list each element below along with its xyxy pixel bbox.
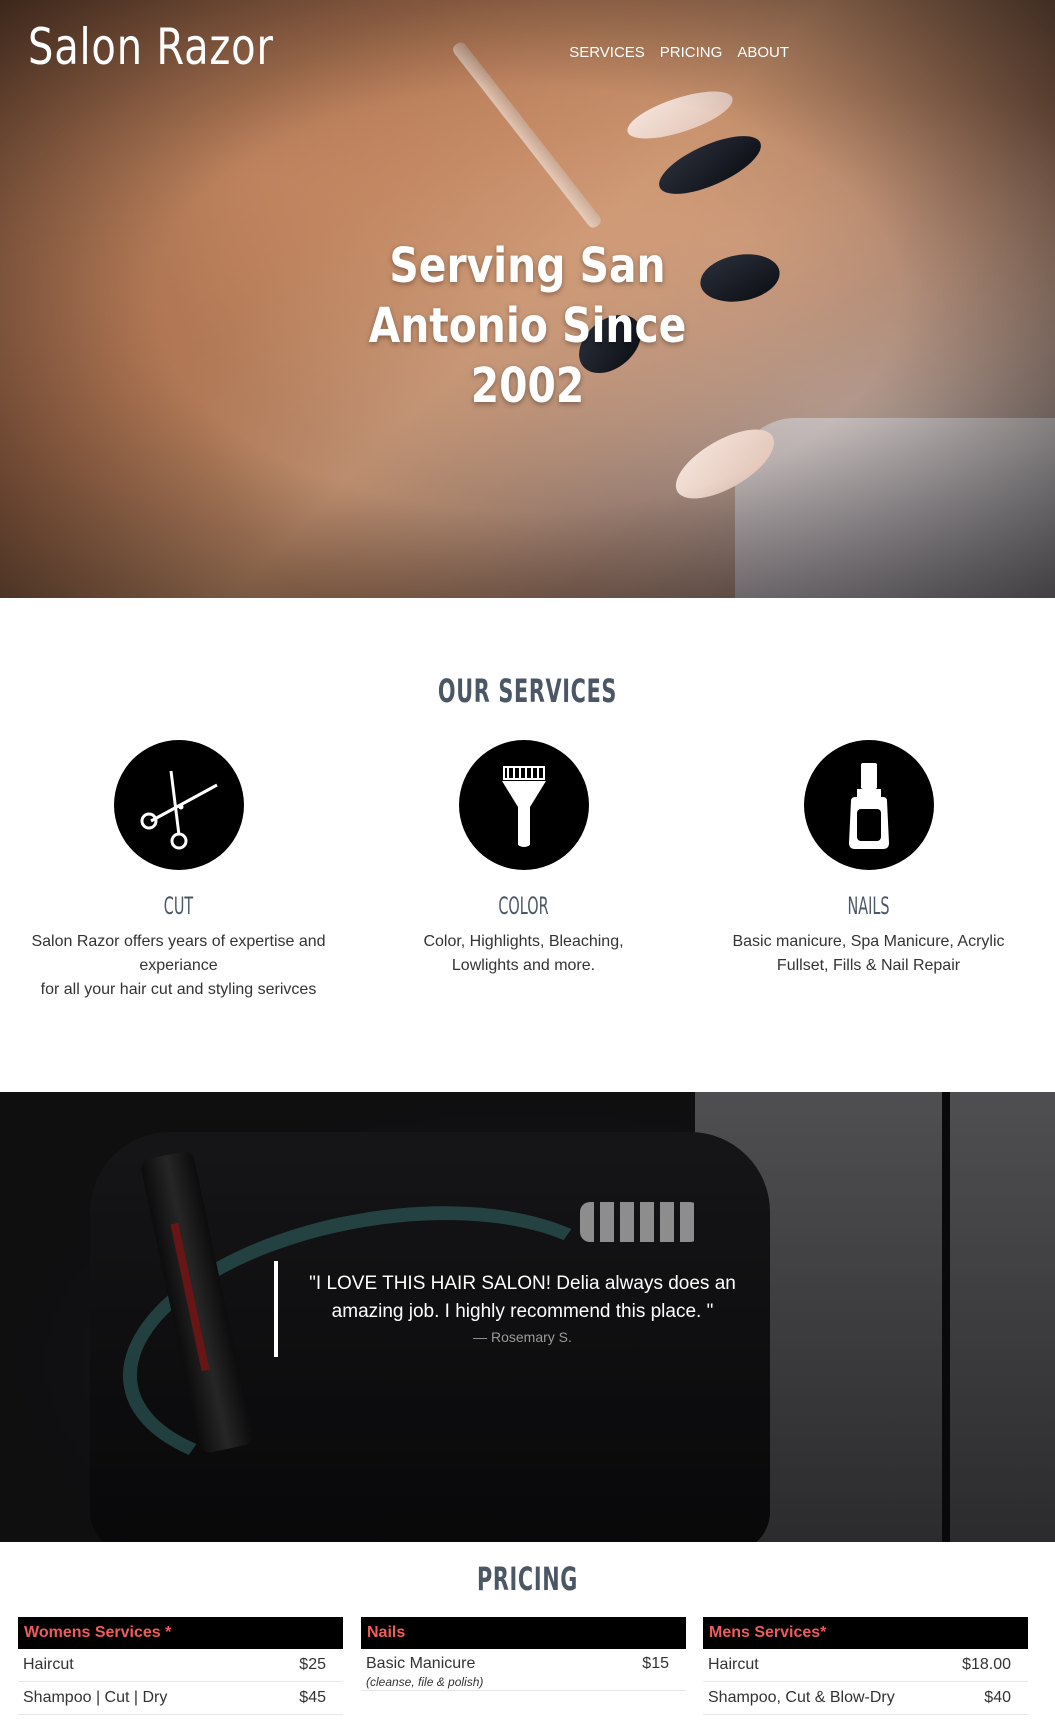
service-name: Shampoo, Cut & Blow-Dry bbox=[708, 1689, 895, 1706]
hero-title: Serving San Antonio Since 2002 bbox=[368, 238, 687, 414]
testimonial-quote: "I LOVE THIS HAIR SALON! Delia always do… bbox=[309, 1273, 736, 1322]
testimonial-author: — Rosemary S. bbox=[473, 1329, 572, 1345]
nav-link-pricing[interactable]: PRICING bbox=[660, 44, 723, 61]
service-price: $15 bbox=[642, 1655, 669, 1672]
price-table-nails: Nails Basic Manicure (cleanse, file & po… bbox=[361, 1617, 686, 1691]
table-row: Shampoo | Cut | Dry $45 bbox=[18, 1682, 343, 1715]
scissors-icon bbox=[113, 740, 244, 870]
table-row: Haircut $18.00 bbox=[703, 1649, 1028, 1682]
service-name: Shampoo | Cut | Dry bbox=[23, 1689, 168, 1706]
table-row: Basic Manicure (cleanse, file & polish) … bbox=[361, 1649, 686, 1691]
service-color-title: Color bbox=[498, 892, 549, 920]
pricing-title: Pricing bbox=[476, 1560, 579, 1598]
service-name: Haircut bbox=[23, 1656, 74, 1673]
main-nav: SERVICES PRICING ABOUT bbox=[569, 44, 789, 61]
price-table-heading: Mens Services* bbox=[703, 1617, 1028, 1649]
price-table-mens: Mens Services* Haircut $18.00 Shampoo, C… bbox=[703, 1617, 1028, 1715]
service-nails-title: Nails bbox=[847, 892, 890, 920]
service-cut-text: Salon Razor offers years of expertise an… bbox=[31, 933, 326, 998]
price-table-heading: Womens Services * bbox=[18, 1617, 343, 1649]
quote-bar bbox=[274, 1261, 278, 1357]
service-color-text: Color, Highlights, Bleaching, Lowlights … bbox=[423, 933, 624, 974]
service-nails-text: Basic manicure, Spa Manicure, Acrylic Fu… bbox=[732, 933, 1005, 974]
price-table-heading: Nails bbox=[361, 1617, 686, 1649]
service-nails: Nails Basic manicure, Spa Manicure, Acry… bbox=[696, 740, 1041, 978]
site-logo[interactable]: Salon Razor bbox=[28, 18, 274, 76]
service-cut-title: Cut bbox=[163, 892, 194, 920]
service-price: $40 bbox=[984, 1689, 1011, 1706]
hero-banner: Salon Razor SERVICES PRICING ABOUT Servi… bbox=[0, 0, 1055, 598]
service-price: $45 bbox=[299, 1689, 326, 1706]
service-name: Basic Manicure bbox=[366, 1655, 476, 1672]
table-row: Shampoo, Cut & Blow-Dry $40 bbox=[703, 1682, 1028, 1715]
service-name: Haircut bbox=[708, 1656, 759, 1673]
service-cut: Cut Salon Razor offers years of expertis… bbox=[6, 740, 351, 1002]
nail-polish-icon bbox=[803, 740, 934, 870]
service-color: Color Color, Highlights, Bleaching, Lowl… bbox=[351, 740, 696, 978]
service-note: (cleanse, file & polish) bbox=[366, 1675, 484, 1689]
price-table-womens: Womens Services * Haircut $25 Shampoo | … bbox=[18, 1617, 343, 1715]
dye-brush-icon bbox=[458, 740, 589, 870]
services-title: Our Services bbox=[437, 672, 618, 710]
service-price: $25 bbox=[299, 1656, 326, 1673]
nav-link-about[interactable]: ABOUT bbox=[737, 44, 789, 61]
service-name-group: Basic Manicure (cleanse, file & polish) bbox=[366, 1655, 483, 1689]
nav-link-services[interactable]: SERVICES bbox=[569, 44, 645, 61]
table-row: Haircut $25 bbox=[18, 1649, 343, 1682]
service-price: $18.00 bbox=[962, 1656, 1011, 1673]
